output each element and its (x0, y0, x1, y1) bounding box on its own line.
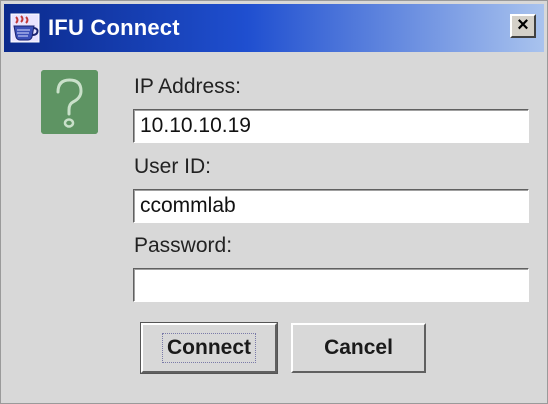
dialog-window: IFU Connect × IP Address: User ID: Passw… (0, 0, 548, 404)
connect-button-label: Connect (162, 333, 256, 363)
close-button[interactable]: × (510, 14, 536, 38)
cancel-button-label: Cancel (324, 336, 393, 359)
password-input[interactable] (133, 268, 529, 302)
user-id-label: User ID: (134, 155, 212, 178)
user-id-input[interactable] (133, 189, 529, 223)
window-title: IFU Connect (48, 15, 180, 40)
cancel-button[interactable]: Cancel (291, 323, 426, 373)
connect-button[interactable]: Connect (140, 322, 278, 374)
title-bar[interactable]: IFU Connect × (4, 4, 544, 52)
java-cup-icon (10, 13, 40, 43)
password-label: Password: (134, 234, 233, 257)
ip-address-label: IP Address: (134, 75, 242, 98)
question-icon (41, 70, 98, 134)
ip-address-input[interactable] (133, 109, 529, 143)
close-icon: × (517, 14, 529, 36)
